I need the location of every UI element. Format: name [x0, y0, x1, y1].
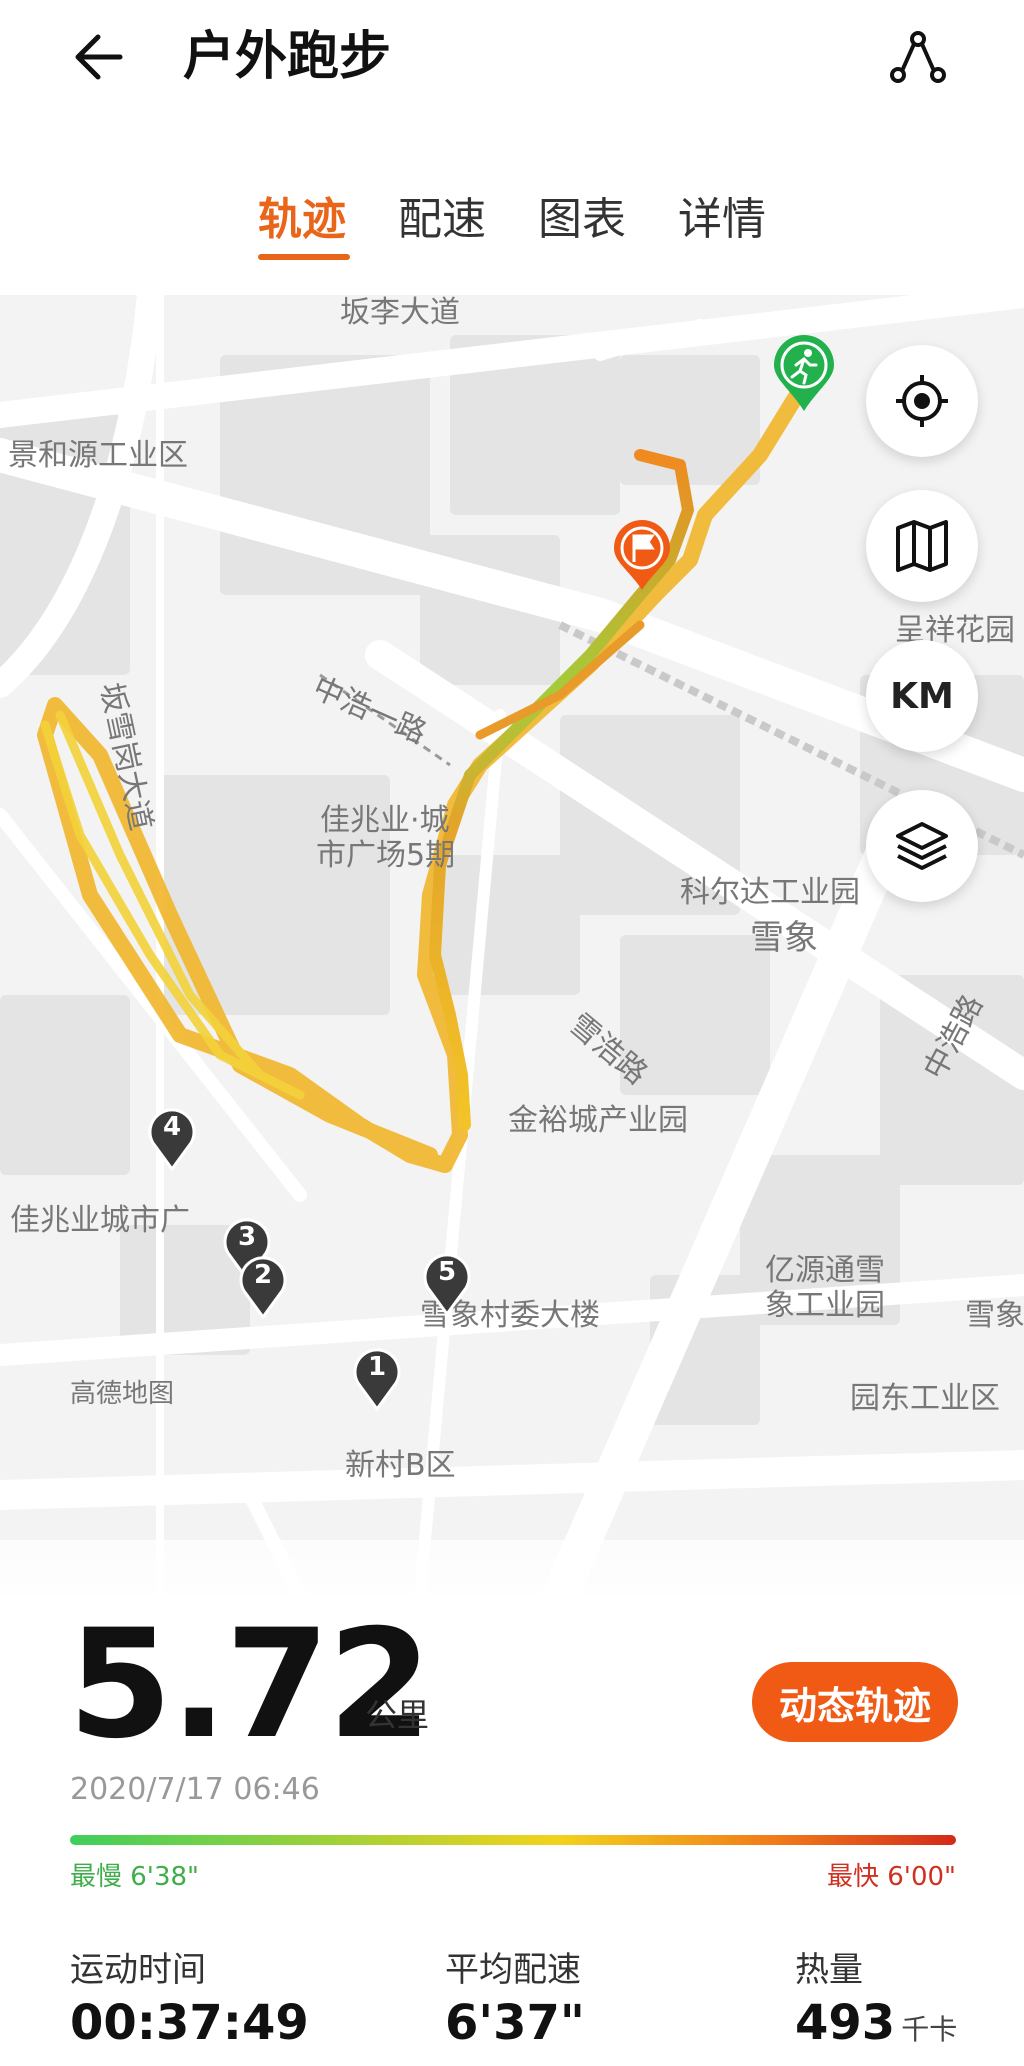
calories-unit: 千卡	[901, 2013, 958, 2046]
map-label: 科尔达工业园	[680, 875, 860, 910]
share-route-button[interactable]	[878, 22, 958, 92]
stat-value-duration: 00:37:49	[70, 1995, 309, 2051]
map-label: 园东工业区	[850, 1381, 1000, 1416]
layers-button[interactable]	[866, 790, 978, 902]
km-marker-label: 4	[162, 1112, 182, 1142]
km-marker-label: 2	[253, 1260, 273, 1290]
runner-start-icon	[774, 335, 834, 411]
map-label: 雪象	[750, 918, 818, 958]
map-label: 坂李大道	[340, 295, 460, 330]
tab-chart[interactable]: 图表	[538, 190, 626, 250]
tab-pace[interactable]: 配速	[398, 190, 486, 250]
km-toggle-label: KM	[890, 675, 954, 717]
fastest-pace: 最快 6'00"	[827, 1862, 956, 1892]
stat-value-text: 493	[795, 1995, 896, 2051]
km-toggle-button[interactable]: KM	[866, 640, 978, 752]
tab-track[interactable]: 轨迹	[258, 190, 346, 250]
end-marker	[612, 520, 672, 592]
stat-value-text: 00:37:49	[70, 1995, 309, 2051]
locate-icon	[896, 375, 948, 427]
finish-flag-icon	[614, 520, 670, 590]
map-icon	[896, 520, 948, 572]
layers-icon	[896, 822, 948, 870]
stat-value-avg-pace: 6'37"	[445, 1995, 585, 2051]
km-marker-5: 5	[420, 1250, 474, 1317]
map-label: 市广场5期	[316, 838, 456, 873]
km-marker-2: 2	[236, 1253, 290, 1320]
run-date: 2020/7/17 06:46	[70, 1772, 320, 1807]
dynamic-track-button[interactable]: 动态轨迹	[752, 1662, 958, 1742]
map-style-button[interactable]	[866, 490, 978, 602]
page-title: 户外跑步	[183, 27, 392, 87]
map-label: 佳兆业城市广	[10, 1203, 190, 1238]
stat-label-avg-pace: 平均配速	[445, 1950, 581, 1990]
km-marker-label: 5	[437, 1257, 457, 1287]
locate-button[interactable]	[866, 345, 978, 457]
route-map[interactable]: 坂李大道 景和源工业区 呈祥花园 中浩一路 坂雪岗大道 佳兆业·城 市广场5期 …	[0, 295, 1024, 1595]
share-route-icon	[890, 31, 946, 83]
km-marker-4: 4	[145, 1105, 199, 1172]
stat-label-calories: 热量	[795, 1950, 863, 1990]
back-button[interactable]	[60, 22, 140, 92]
map-label: 高德地图	[70, 1379, 175, 1409]
stat-value-text: 6'37"	[445, 1995, 585, 2051]
tab-active-indicator	[258, 254, 350, 260]
map-label: 象工业园	[765, 1288, 885, 1323]
stat-label-duration: 运动时间	[70, 1950, 206, 1990]
stat-value-calories: 493 千卡	[795, 1995, 957, 2051]
km-marker-label: 3	[237, 1222, 257, 1252]
app-header: 户外跑步	[0, 0, 1024, 120]
distance-unit: 公里	[365, 1696, 430, 1734]
km-marker-1: 1	[350, 1345, 404, 1412]
km-marker-label: 1	[367, 1352, 387, 1382]
distance-value: 5.72	[68, 1598, 432, 1772]
pace-gradient-bar	[70, 1835, 956, 1845]
tab-bar: 轨迹 配速 图表 详情	[0, 180, 1024, 270]
back-arrow-icon	[75, 34, 123, 80]
map-label: 新村B区	[345, 1448, 456, 1483]
map-label: 景和源工业区	[8, 438, 188, 473]
map-label: 雪象	[965, 1298, 1024, 1333]
slowest-pace: 最慢 6'38"	[70, 1862, 199, 1892]
tab-details[interactable]: 详情	[678, 190, 766, 250]
map-label: 金裕城产业园	[508, 1103, 688, 1138]
start-marker	[772, 335, 836, 413]
